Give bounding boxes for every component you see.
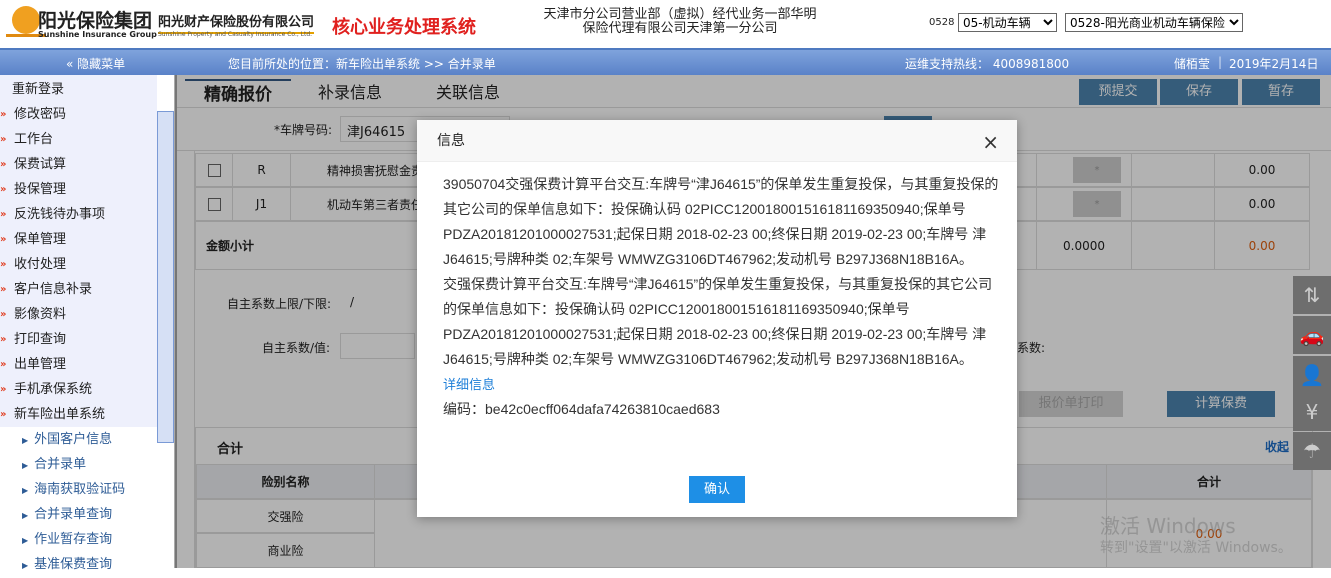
sidebar-item[interactable]: » 手机承保系统 [0,377,157,402]
info-dialog: 信息 × 39050704交强保费计算平台交互:车牌号“津J64615”的保单发… [417,120,1017,517]
triangle-right-icon: ▶ [22,536,29,545]
date: 2019年2月14日 [1229,57,1319,71]
logo-text-en: Sunshine Insurance Group [38,30,157,39]
sidebar-item[interactable]: » 影像资料 [0,302,157,327]
sidebar-item-label: 客户信息补录 [14,282,93,297]
sidebar-subitem-label: 外国客户信息 [34,432,113,447]
umbrella-icon[interactable]: ☂ [1293,432,1331,470]
sidebar-item-label: 反洗钱待办事项 [14,207,106,222]
sidebar-subitem[interactable]: ▶ 海南获取验证码 [22,477,125,502]
sidebar-item-relogin[interactable]: 重新登录 [0,77,157,102]
double-chevron-icon: » [0,309,7,320]
detail-info-link[interactable]: 详细信息 [443,372,999,397]
sidebar-item-label: 工作台 [14,132,54,147]
sidebar-subitem[interactable]: ▶ 基准保费查询 [22,552,112,577]
org-code: 0528 [929,17,955,28]
ticket-icon[interactable]: ¥ [1293,393,1331,431]
dialog-title: 信息 [417,120,1017,162]
sidebar-item[interactable]: » 保单管理 [0,227,157,252]
dialog-message-2: 交强保费计算平台交互:车牌号“津J64615”的保单发生重复投保，与其重复投保的… [443,276,993,367]
triangle-right-icon: ▶ [22,461,29,470]
nav-bar: « 隐藏菜单 您目前所处的位置：新车险出单系统 >> 合并录单 运维支持热线： … [0,48,1331,75]
double-chevron-icon: » [0,159,7,170]
sidebar-item-label: 打印查询 [14,332,67,347]
org-name: 天津市分公司营业部（虚拟）经代业务一部华明 保险代理有限公司天津第一分公司 [530,8,830,36]
sidebar-item-label: 保费试算 [14,157,67,172]
sidebar-item[interactable]: » 工作台 [0,127,157,152]
sidebar-item-label: 手机承保系统 [14,382,93,397]
double-chevron-icon: » [0,134,7,145]
sidebar: 重新登录 » 修改密码 » 工作台 » 保费试算 » 投保管理 » 反洗钱待办事项 » 保单管理 » 收付… [0,75,177,572]
triangle-right-icon: ▶ [22,561,29,570]
sidebar-item-label: 新车险出单系统 [14,407,106,422]
product-select[interactable]: 0528-阳光商业机动车辆保险 [1065,13,1243,32]
sidebar-item[interactable]: » 新车险出单系统 [0,402,157,427]
car-icon[interactable]: 🚗 [1293,316,1331,354]
double-chevron-icon: » [0,384,7,395]
double-chevron-icon: » [0,334,7,345]
separator: | [1218,55,1223,69]
double-chevron-icon: » [0,184,7,195]
sidebar-item-label: 修改密码 [14,107,67,122]
sidebar-subitem-label: 海南获取验证码 [34,482,126,497]
hotline: 运维支持热线： 4008981800 [905,57,1070,71]
sidebar-item[interactable]: » 打印查询 [0,327,157,352]
org-line-2: 保险代理有限公司天津第一分公司 [582,21,778,36]
sidebar-item[interactable]: » 投保管理 [0,177,157,202]
logo-text: 阳光保险集团 [38,10,153,32]
double-chevron-icon: » [0,409,7,420]
double-chevron-icon: » [0,259,7,270]
sidebar-item[interactable]: » 收付处理 [0,252,157,277]
triangle-right-icon: ▶ [22,511,29,520]
sidebar-item[interactable]: » 保费试算 [0,152,157,177]
person-icon[interactable]: 👤 [1293,356,1331,394]
org-line-1: 天津市分公司营业部（虚拟）经代业务一部华明 [543,7,817,22]
dialog-message-1: 39050704交强保费计算平台交互:车牌号“津J64615”的保单发生重复投保… [443,176,999,267]
breadcrumb: 您目前所处的位置：新车险出单系统 >> 合并录单 [228,57,496,71]
sidebar-subitem[interactable]: ▶ 作业暂存查询 [22,527,112,552]
sidebar-item[interactable]: » 反洗钱待办事项 [0,202,157,227]
user-name: 储栢莹 [1174,57,1211,71]
sidebar-subitem[interactable]: ▶ 合并录单 [22,452,86,477]
header: 阳光保险集团 Sunshine Insurance Group 阳光财产保险股份… [0,0,1331,48]
sidebar-item-label: 收付处理 [14,257,67,272]
sidebar-subitem[interactable]: ▶ 外国客户信息 [22,427,112,452]
sidebar-item-label: 保单管理 [14,232,67,247]
confirm-button[interactable]: 确认 [689,476,745,503]
product-class-select[interactable]: 05-机动车辆 [958,13,1057,32]
double-chevron-icon: » [0,284,7,295]
triangle-right-icon: ▶ [22,436,29,445]
sidebar-item-label: 投保管理 [14,182,67,197]
double-chevron-icon: » [0,359,7,370]
sidebar-item[interactable]: » 修改密码 [0,102,157,127]
double-chevron-icon: » [0,109,7,120]
hide-menu-link[interactable]: « 隐藏菜单 [66,55,125,72]
sidebar-item[interactable]: » 客户信息补录 [0,277,157,302]
windows-watermark-sub: 转到"设置"以激活 Windows。 [1100,540,1292,556]
double-chevron-icon: » [0,209,7,220]
sidebar-subitem-label: 合并录单查询 [34,507,113,522]
sidebar-item-label: 影像资料 [14,307,67,322]
sidebar-subitem[interactable]: ▶ 合并录单查询 [22,502,112,527]
company-name-en: Sunshine Property and Casualty Insurance… [158,31,313,38]
sidebar-item[interactable]: » 出单管理 [0,352,157,377]
sidebar-subitem-label: 合并录单 [34,457,87,472]
triangle-right-icon: ▶ [22,486,29,495]
sidebar-item-label: 出单管理 [14,357,67,372]
sidebar-subitem-label: 基准保费查询 [34,557,113,572]
sidebar-subitem-label: 作业暂存查询 [34,532,113,547]
swap-icon[interactable]: ⇅ [1293,276,1331,314]
close-icon[interactable]: × [982,130,999,154]
system-title: 核心业务处理系统 [332,17,476,38]
sidebar-scrollbar[interactable] [157,111,174,443]
dialog-body: 39050704交强保费计算平台交互:车牌号“津J64615”的保单发生重复投保… [443,172,999,422]
error-code: 编码：be42c0ecff064dafa74263810caed683 [443,401,720,417]
double-chevron-icon: » [0,234,7,245]
windows-watermark: 激活 Windows [1100,514,1236,538]
